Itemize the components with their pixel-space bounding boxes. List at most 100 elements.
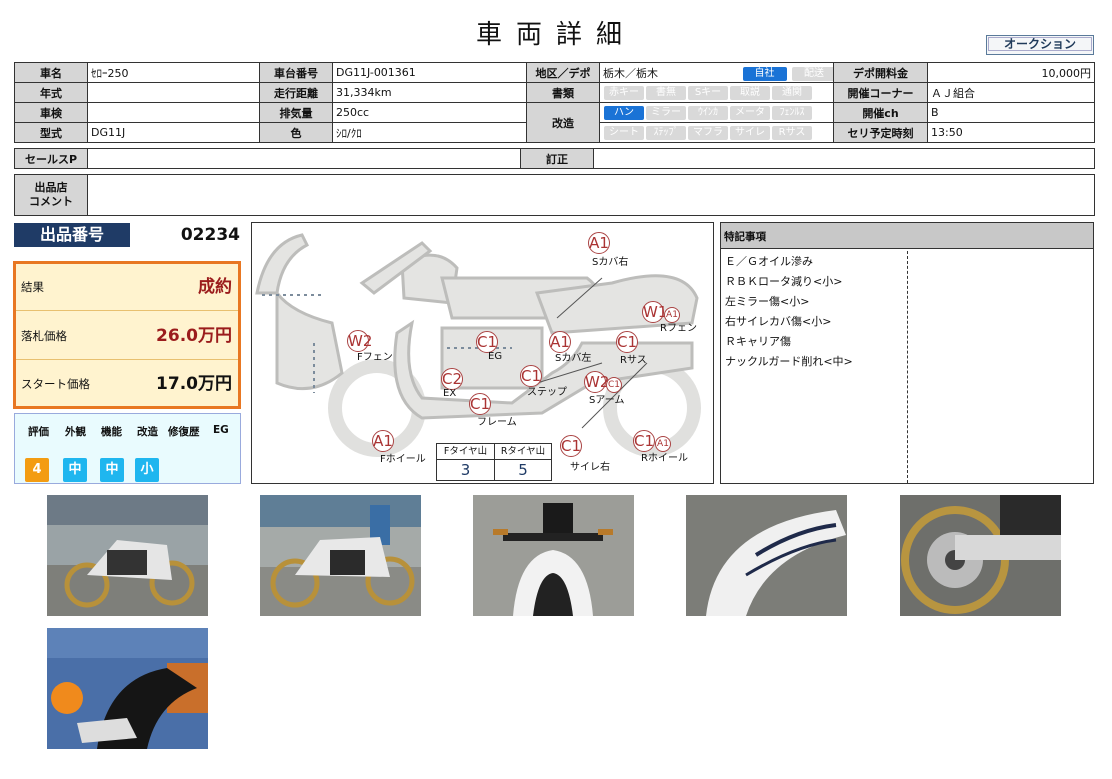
damage-code: C1	[560, 435, 582, 457]
channel-label: 開催ch	[833, 102, 928, 123]
lot-number-label: 出品番号	[14, 223, 130, 247]
docs-label: 書類	[526, 82, 600, 103]
photo-thumbnail[interactable]	[260, 495, 421, 616]
model-value: DG11J	[87, 122, 260, 143]
damage-part-label: Rホイール	[641, 453, 688, 464]
mod-label: 改造	[526, 102, 600, 143]
comment-label: 出品店 コメント	[14, 174, 88, 216]
photo-thumbnail[interactable]	[686, 495, 847, 616]
color-label: 色	[259, 122, 333, 143]
damage-code: C1	[476, 331, 498, 353]
lot-number: 出品番号 02234	[14, 223, 240, 249]
correction-label: 訂正	[520, 148, 594, 169]
start-price-value: 17.0万円	[156, 374, 232, 394]
region-label: 地区／デポ	[526, 62, 600, 83]
pill-rear-sus: Rサス	[772, 125, 812, 140]
mod-pills-row2: シート ｽﾃｯﾌﾟ マフラ サイレ Rサス	[599, 122, 834, 143]
note-item: ＲＢＫロータ減り<小>	[725, 275, 843, 288]
pill-seat: シート	[604, 125, 644, 140]
rear-tire-label: Rタイヤ山	[495, 444, 551, 460]
handguard-photo-icon	[47, 628, 208, 749]
pill-delivery: 配送	[792, 66, 833, 81]
displacement-label: 排気量	[259, 102, 333, 123]
region-value: 栃木／栃木	[603, 66, 658, 80]
channel-value: B	[927, 102, 1095, 123]
pill-silencer: サイレ	[730, 125, 770, 140]
pill-muffler: マフラ	[688, 125, 728, 140]
condition-diagram: A1 Sカバ右 W1 A1 Rフェン W2 Fフェン C1 EG A1 Sカバ左 C1 Rサス C2 EX C…	[251, 222, 714, 484]
front-fender-photo-icon	[686, 495, 847, 616]
frame-value: DG11J-001361	[332, 62, 527, 83]
damage-code: A1	[372, 430, 394, 452]
corner-label: 開催コーナー	[833, 82, 928, 103]
depot-fee-label: デポ開料金	[833, 62, 928, 83]
docs-pills: 赤キー 書無 Sキー 取説 通関	[599, 82, 834, 103]
damage-code: C2	[441, 368, 463, 390]
note-item: 左ミラー傷<小>	[725, 295, 810, 308]
name-value: ｾﾛｰ250	[87, 62, 260, 83]
pill-winker: ｳｲﾝｶ	[688, 105, 728, 120]
frame-label: 車台番号	[259, 62, 333, 83]
appearance-badge: 中	[63, 458, 87, 482]
pill-customs: 通関	[772, 85, 812, 100]
damage-part-label: フレーム	[477, 417, 517, 428]
lot-number-value: 02234	[180, 225, 240, 245]
inspection-label: 車検	[14, 102, 88, 123]
displacement-value: 250cc	[332, 102, 527, 123]
pill-s-key: Sキー	[688, 85, 728, 100]
rear-wheel-photo-icon	[900, 495, 1061, 616]
damage-code: W2	[584, 371, 610, 393]
bike-right-photo-icon	[260, 495, 421, 616]
eval-header: 改造	[137, 426, 158, 438]
evaluation-box: 評価 外観 機能 改造 修復歴 EG 4 中 中 小	[14, 413, 241, 484]
note-item: Ｒキャリア傷	[725, 335, 791, 348]
damage-code: A1	[588, 232, 610, 254]
year-value	[87, 82, 260, 103]
pill-handle: ハン	[604, 105, 644, 120]
correction-value	[593, 148, 1095, 169]
pill-own: 自社	[742, 66, 787, 81]
spec-table: 車名 ｾﾛｰ250 車台番号 DG11J-001361 地区／デポ 栃木／栃木 …	[14, 62, 1095, 143]
notes-header: 特記事項	[721, 223, 1093, 249]
sales-label: セールスP	[14, 148, 88, 169]
inspection-value	[87, 102, 260, 123]
auction-time-value: 13:50	[927, 122, 1095, 143]
sales-table: セールスP 訂正	[14, 148, 1095, 169]
photo-thumbnail[interactable]	[47, 628, 208, 749]
model-label: 型式	[14, 122, 88, 143]
photo-thumbnail[interactable]	[473, 495, 634, 616]
damage-part-label: Fフェン	[357, 352, 393, 363]
mileage-label: 走行距離	[259, 82, 333, 103]
eval-header: 機能	[101, 426, 122, 438]
damage-part-label: Rサス	[620, 355, 647, 366]
comment-value	[87, 174, 1095, 216]
front-tire-value: 3	[437, 460, 495, 480]
pill-manual: 取説	[730, 85, 770, 100]
bike-left-photo-icon	[47, 495, 208, 616]
depot-fee-value: 10,000円	[927, 62, 1095, 83]
page-title: 車両詳細	[475, 20, 636, 50]
damage-part-label: Sアーム	[589, 395, 625, 406]
front-tire-label: Fタイヤ山	[437, 444, 495, 460]
note-item: Ｅ／Ｇオイル滲み	[725, 255, 813, 268]
mod-pills-row1: ハン ミラー ｳｲﾝｶ メータ ﾌｪﾝﾙｽ	[599, 102, 834, 123]
damage-part-label: EX	[443, 388, 457, 399]
photo-thumbnail[interactable]	[47, 495, 208, 616]
rear-tire-value: 5	[518, 461, 528, 479]
result-value: 成約	[198, 277, 232, 297]
comment-table: 出品店 コメント	[14, 174, 1095, 216]
tire-table: Fタイヤ山 Rタイヤ山 3 5	[436, 443, 552, 481]
auction-time-label: セリ予定時刻	[833, 122, 928, 143]
sales-value	[87, 148, 521, 169]
auction-button[interactable]: オークション	[986, 35, 1094, 55]
year-label: 年式	[14, 82, 88, 103]
pill-fender: ﾌｪﾝﾙｽ	[772, 105, 812, 120]
damage-code: C1	[469, 393, 491, 415]
corner-value: ＡＪ組合	[927, 82, 1095, 103]
mileage-value: 31,334km	[332, 82, 527, 103]
photo-thumbnail[interactable]	[900, 495, 1061, 616]
region-cell: 栃木／栃木 自社 配送	[599, 62, 834, 83]
eval-header: EG	[213, 424, 229, 436]
start-price-row: スタート価格 17.0万円	[16, 361, 238, 408]
eval-header: 評価	[28, 426, 49, 438]
